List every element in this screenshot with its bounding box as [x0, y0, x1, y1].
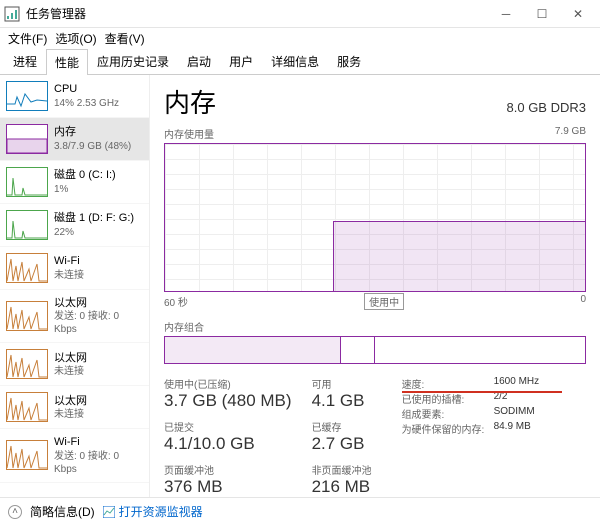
open-resource-monitor-link[interactable]: 打开资源监视器: [103, 503, 203, 520]
sidebar-item-sub: 14% 2.53 GHz: [54, 97, 119, 110]
usage-max: 7.9 GB: [555, 126, 586, 141]
menu-view[interactable]: 查看(V): [103, 30, 147, 47]
stat-paged: 页面缓冲池 376 MB: [164, 462, 292, 497]
tab-3[interactable]: 启动: [178, 48, 220, 74]
thumb-icon: [6, 392, 48, 422]
sidebar-item-5[interactable]: 以太网 发送: 0 接收: 0 Kbps: [0, 290, 149, 343]
stat-cached: 已缓存 2.7 GB: [312, 419, 372, 454]
menu-file[interactable]: 文件(F): [6, 30, 49, 47]
menubar: 文件(F) 选项(O) 查看(V): [0, 28, 600, 48]
monitor-icon: [103, 506, 115, 518]
stat-available: 可用 4.1 GB: [312, 376, 372, 411]
memory-composition-chart[interactable]: [164, 336, 586, 364]
sidebar-item-4[interactable]: Wi-Fi 未连接: [0, 247, 149, 290]
minimize-button[interactable]: ─: [488, 1, 524, 27]
usage-label: 内存使用量: [164, 126, 214, 141]
thumb-icon: [6, 124, 48, 154]
sidebar-item-label: 磁盘 0 (C: I:): [54, 168, 116, 182]
tab-2[interactable]: 应用历史记录: [88, 48, 178, 74]
sidebar-item-sub: 未连接: [54, 365, 87, 378]
brief-info-button[interactable]: 简略信息(D): [30, 503, 95, 520]
stat-inuse: 使用中(已压缩) 3.7 GB (480 MB): [164, 376, 292, 411]
page-title: 内存: [164, 83, 216, 120]
sidebar-item-sub: 未连接: [54, 269, 84, 282]
detail-column: 速度:1600 MHz 已使用的插槽:2/2 组成要素:SODIMM 为硬件保留…: [402, 376, 554, 497]
tab-1[interactable]: 性能: [46, 49, 88, 75]
tabs: 进程性能应用历史记录启动用户详细信息服务: [0, 48, 600, 75]
axis-left: 60 秒: [164, 294, 188, 311]
sidebar-item-label: 以太网: [54, 394, 87, 408]
sidebar-item-label: CPU: [54, 82, 119, 96]
axis-inuse-label: 使用中: [364, 293, 404, 310]
sidebar-item-label: 内存: [54, 125, 131, 139]
sidebar-item-sub: 22%: [54, 226, 134, 239]
maximize-button[interactable]: ☐: [524, 1, 560, 27]
sidebar-item-8[interactable]: Wi-Fi 发送: 0 接收: 0 Kbps: [0, 429, 149, 482]
thumb-icon: [6, 253, 48, 283]
sidebar-item-sub: 未连接: [54, 408, 87, 421]
main-panel: 内存 8.0 GB DDR3 内存使用量 7.9 GB 60 秒 使用中 0 内…: [150, 75, 600, 497]
thumb-icon: [6, 210, 48, 240]
sidebar-item-sub: 1%: [54, 183, 116, 196]
sidebar-item-6[interactable]: 以太网 未连接: [0, 343, 149, 386]
sidebar-item-7[interactable]: 以太网 未连接: [0, 386, 149, 429]
sidebar-item-label: Wi-Fi: [54, 254, 84, 268]
thumb-icon: [6, 81, 48, 111]
sidebar-item-sub: 发送: 0 接收: 0 Kbps: [54, 310, 143, 336]
sidebar-item-label: 磁盘 1 (D: F: G:): [54, 211, 134, 225]
stat-nonpaged: 非页面缓冲池 216 MB: [312, 462, 372, 497]
window-title: 任务管理器: [26, 5, 488, 22]
sidebar-item-label: Wi-Fi: [54, 435, 143, 449]
footer: ˄ 简略信息(D) 打开资源监视器: [0, 497, 600, 525]
stat-committed: 已提交 4.1/10.0 GB: [164, 419, 292, 454]
sidebar-item-sub: 发送: 0 接收: 0 Kbps: [54, 450, 143, 476]
tab-4[interactable]: 用户: [220, 48, 262, 74]
memory-spec: 8.0 GB DDR3: [507, 100, 586, 115]
sidebar-item-0[interactable]: CPU 14% 2.53 GHz: [0, 75, 149, 118]
sidebar-item-3[interactable]: 磁盘 1 (D: F: G:) 22%: [0, 204, 149, 247]
titlebar: 任务管理器 ─ ☐ ✕: [0, 0, 600, 28]
sidebar-item-label: 以太网: [54, 296, 143, 310]
close-button[interactable]: ✕: [560, 1, 596, 27]
memory-usage-chart[interactable]: [164, 143, 586, 292]
thumb-icon: [6, 349, 48, 379]
thumb-icon: [6, 301, 48, 331]
tab-5[interactable]: 详细信息: [262, 48, 328, 74]
tab-6[interactable]: 服务: [328, 48, 370, 74]
axis-right: 0: [580, 294, 586, 311]
menu-options[interactable]: 选项(O): [53, 30, 98, 47]
thumb-icon: [6, 440, 48, 470]
tab-0[interactable]: 进程: [4, 48, 46, 74]
thumb-icon: [6, 167, 48, 197]
sidebar: CPU 14% 2.53 GHz 内存 3.8/7.9 GB (48%) 磁盘 …: [0, 75, 150, 497]
collapse-icon[interactable]: ˄: [8, 505, 22, 519]
sidebar-item-2[interactable]: 磁盘 0 (C: I:) 1%: [0, 161, 149, 204]
sidebar-item-label: 以太网: [54, 351, 87, 365]
composition-label: 内存组合: [164, 319, 586, 334]
sidebar-item-1[interactable]: 内存 3.8/7.9 GB (48%): [0, 118, 149, 161]
sidebar-item-sub: 3.8/7.9 GB (48%): [54, 140, 131, 153]
app-icon: [4, 6, 20, 22]
